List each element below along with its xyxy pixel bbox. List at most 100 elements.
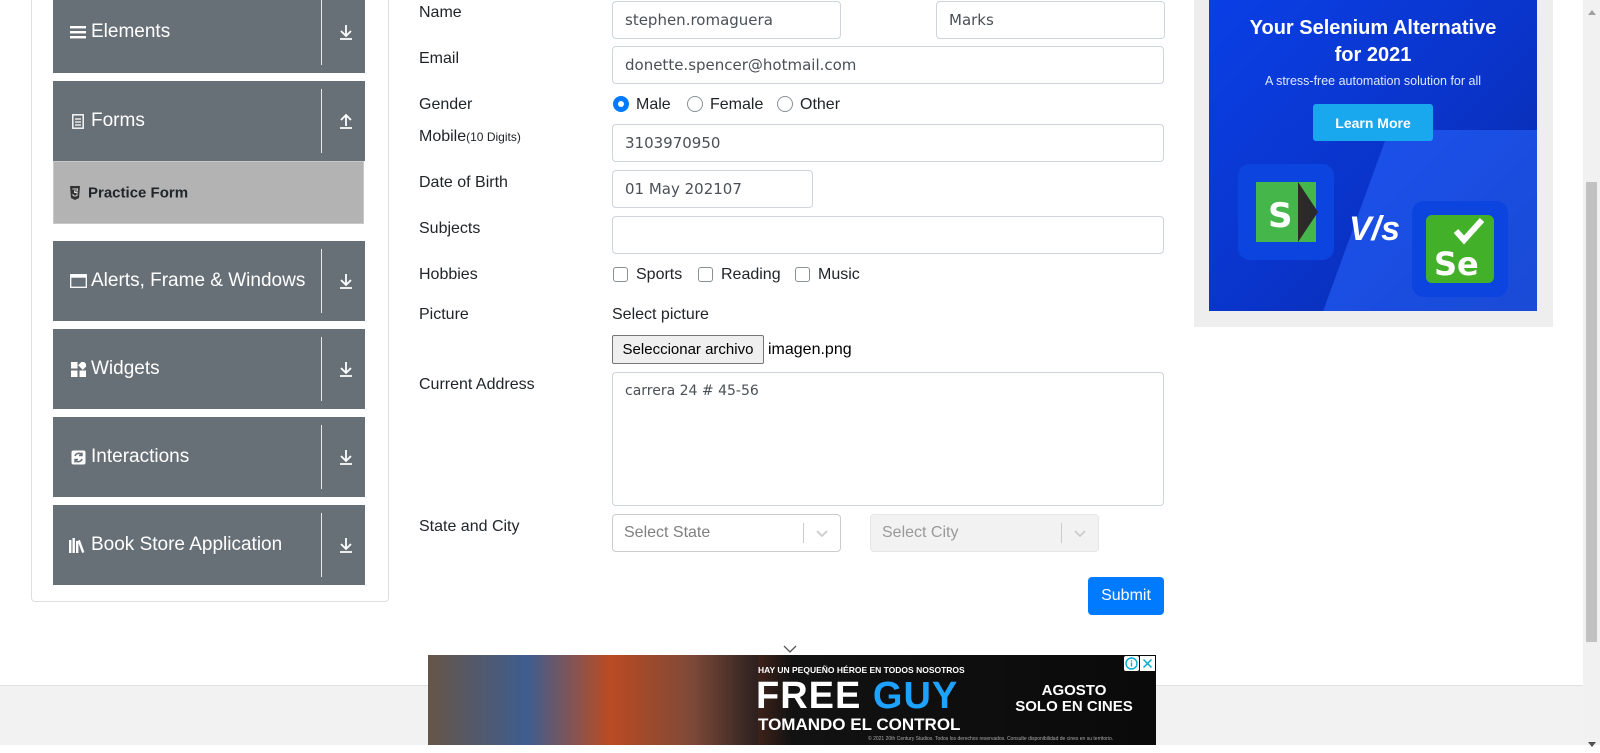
divider: [321, 89, 322, 153]
ad-subtitle: A stress-free automation solution for al…: [1264, 74, 1482, 88]
divider: [321, 513, 322, 577]
gender-male-radio[interactable]: [613, 96, 629, 112]
widgets-icon: [69, 360, 87, 378]
sidebar-group-book-store-application[interactable]: Book Store Application: [53, 505, 365, 585]
hobby-sports-label[interactable]: Sports: [636, 266, 682, 284]
menu-icon: [69, 23, 87, 41]
selenium-alternative-ad[interactable]: Your Selenium Alternative for 2021 A str…: [1209, 0, 1537, 311]
ad-copyright: © 2021 20th Century Studios. Todos los d…: [868, 736, 1114, 742]
ad-subtitle: TOMANDO EL CONTROL: [758, 715, 961, 734]
hobby-sports-checkbox[interactable]: [613, 267, 628, 282]
divider: [803, 523, 804, 543]
mobile-label: Mobile(10 Digits): [419, 128, 521, 146]
window-icon: [69, 272, 87, 290]
divider: [321, 0, 322, 65]
gender-other-label[interactable]: Other: [800, 96, 840, 114]
versus-text: V/s: [1349, 210, 1401, 248]
ad-date-line1: AGOSTO: [1041, 682, 1107, 699]
state-placeholder: Select State: [624, 524, 711, 541]
sidebar-item-label: Practice Form: [88, 184, 189, 201]
divider: [321, 425, 322, 489]
subjects-label: Subjects: [419, 220, 481, 237]
gender-label: Gender: [419, 96, 473, 113]
divider: [321, 337, 322, 401]
learn-more-button[interactable]: Learn More: [1313, 104, 1433, 141]
date-of-birth-input[interactable]: 01 May 202107: [612, 170, 813, 208]
document-icon: [69, 112, 87, 130]
divider: [321, 249, 322, 313]
hobby-music-label[interactable]: Music: [818, 266, 860, 284]
email-label: Email: [419, 50, 460, 67]
last-name-input[interactable]: Marks: [936, 1, 1165, 39]
sidebar-group-label: Elements: [91, 20, 171, 42]
html5-icon: [69, 185, 81, 200]
download-arrow-icon[interactable]: [336, 535, 356, 555]
ad-title-b: GUY: [872, 675, 959, 717]
sidebar-group-label: Widgets: [91, 358, 160, 379]
scrollbar-thumb[interactable]: [1586, 182, 1597, 642]
sidebar-group-forms[interactable]: Forms: [53, 81, 365, 161]
ad-close-icon[interactable]: [1140, 656, 1155, 671]
katalon-logo-icon: S: [1238, 164, 1334, 260]
ad-title-a: FREE: [756, 675, 862, 717]
sidebar-group-label: Forms: [91, 110, 145, 131]
download-arrow-icon[interactable]: [336, 271, 356, 291]
hobbies-label: Hobbies: [419, 266, 478, 283]
city-select: Select City: [870, 514, 1099, 552]
selected-file-name: imagen.png: [768, 341, 852, 358]
subjects-input[interactable]: [612, 216, 1164, 254]
ad-title-line1: Your Selenium Alternative: [1249, 17, 1497, 39]
upload-arrow-icon[interactable]: [336, 111, 356, 131]
state-select[interactable]: Select State: [612, 514, 841, 552]
hobby-reading-checkbox[interactable]: [698, 267, 713, 282]
chevron-down-icon: [814, 525, 830, 541]
gender-other-radio[interactable]: [777, 96, 793, 112]
ad-cast-image: [428, 655, 758, 745]
first-name-input[interactable]: stephen.romaguera: [612, 1, 841, 39]
scroll-up-icon[interactable]: [1588, 2, 1596, 20]
choose-file-button[interactable]: Seleccionar archivo: [612, 335, 764, 364]
select-picture-label: Select picture: [612, 306, 709, 323]
books-icon: [69, 536, 87, 554]
mobile-label-text: Mobile: [419, 128, 467, 145]
ad-date-line2: SOLO EN CINES: [1015, 698, 1133, 715]
name-label: Name: [419, 4, 462, 21]
svg-text:Se: Se: [1434, 245, 1479, 283]
email-input[interactable]: donette.spencer@hotmail.com: [612, 46, 1164, 84]
gender-male-label[interactable]: Male: [636, 96, 671, 114]
sidebar-item-practice-form[interactable]: Practice Form: [53, 161, 364, 224]
gender-female-radio[interactable]: [687, 96, 703, 112]
sidebar-group-label: Interactions: [91, 446, 190, 467]
current-address-textarea[interactable]: carrera 24 # 45-56: [612, 372, 1164, 506]
sidebar-group-label: Alerts, Frame & Windows: [91, 270, 306, 291]
scroll-down-icon[interactable]: [1588, 735, 1596, 753]
selenium-logo-icon: Se: [1412, 201, 1508, 297]
hobby-music-checkbox[interactable]: [795, 267, 810, 282]
submit-button[interactable]: Submit: [1088, 577, 1164, 615]
ad-title: FREE GUY: [756, 675, 958, 718]
chevron-down-icon: [1072, 525, 1088, 541]
divider: [1061, 523, 1062, 543]
ad-title-line2: for 2021: [1334, 44, 1412, 66]
download-arrow-icon[interactable]: [336, 359, 356, 379]
sidebar-group-interactions[interactable]: Interactions: [53, 417, 365, 497]
svg-text:S: S: [1268, 196, 1293, 236]
sidebar-group-label: Book Store Application: [91, 534, 283, 555]
dob-label: Date of Birth: [419, 174, 508, 191]
state-city-label: State and City: [419, 518, 520, 535]
mobile-input[interactable]: 3103970950: [612, 124, 1164, 162]
hobby-reading-label[interactable]: Reading: [721, 266, 781, 284]
download-arrow-icon[interactable]: [336, 22, 356, 42]
ad-info-icon[interactable]: [1124, 656, 1139, 671]
gender-female-label[interactable]: Female: [710, 96, 763, 114]
sidebar-group-widgets[interactable]: Widgets: [53, 329, 365, 409]
ad-tagline: HAY UN PEQUEÑO HÉROE EN TODOS NOSOTROS: [758, 665, 965, 675]
city-placeholder: Select City: [882, 524, 959, 541]
interactions-icon: [69, 448, 87, 466]
ad-date: AGOSTO SOLO EN CINES: [1004, 683, 1144, 715]
download-arrow-icon[interactable]: [336, 447, 356, 467]
free-guy-banner-ad[interactable]: HAY UN PEQUEÑO HÉROE EN TODOS NOSOTROS F…: [428, 655, 1156, 745]
sidebar-group-elements[interactable]: Elements: [53, 0, 365, 73]
current-address-label: Current Address: [419, 376, 535, 393]
sidebar-group-alerts-frame-windows[interactable]: Alerts, Frame & Windows: [53, 241, 365, 321]
